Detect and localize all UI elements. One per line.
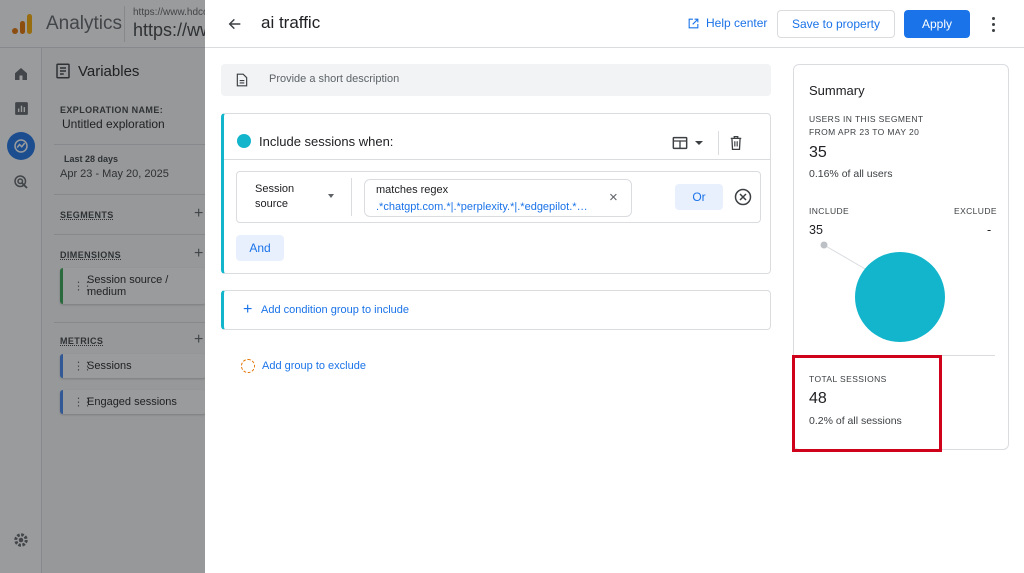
- apply-button[interactable]: Apply: [904, 10, 970, 38]
- chevron-down-icon[interactable]: [328, 194, 334, 198]
- segment-pie-chart: [820, 241, 945, 342]
- users-caption: USERS IN THIS SEGMENT FROM APR 23 TO MAY…: [809, 113, 949, 139]
- more-vert-icon[interactable]: [985, 14, 1001, 34]
- include-condition-group: Include sessions when: Session source ma…: [221, 113, 771, 274]
- condition-operator: matches regex: [376, 184, 449, 196]
- add-exclude-group-button[interactable]: Add group to exclude: [241, 359, 366, 373]
- condition-row: Session source matches regex .*chatgpt.c…: [236, 171, 761, 223]
- remove-condition-icon[interactable]: [734, 188, 752, 206]
- open-in-new-icon: [688, 18, 699, 28]
- caret-down-icon: [695, 141, 703, 145]
- segment-title[interactable]: ai traffic: [261, 13, 320, 33]
- description-icon: [236, 73, 248, 87]
- exclude-label: EXCLUDE: [954, 206, 997, 216]
- users-caption-line-2: FROM APR 23 TO MAY 20: [809, 127, 920, 137]
- clear-filter-icon[interactable]: ×: [609, 189, 618, 207]
- summary-title: Summary: [809, 83, 865, 98]
- and-button[interactable]: And: [236, 235, 284, 261]
- help-center-link[interactable]: Help center: [687, 16, 767, 30]
- add-exclude-group-label: Add group to exclude: [262, 360, 366, 372]
- description-placeholder: Provide a short description: [269, 73, 400, 85]
- condition-filter-field[interactable]: matches regex .*chatgpt.com.*|.*perplexi…: [364, 179, 632, 217]
- back-arrow-icon[interactable]: [223, 12, 247, 36]
- dimension-line-1: Session: [255, 183, 295, 195]
- or-button[interactable]: Or: [675, 184, 723, 210]
- dialog-header: ai traffic Help center Save to property …: [205, 0, 1024, 48]
- include-sessions-label: Include sessions when:: [259, 134, 394, 149]
- add-condition-group-label: Add condition group to include: [261, 304, 409, 316]
- add-condition-group-button[interactable]: + Add condition group to include: [221, 290, 771, 330]
- delete-trash-icon[interactable]: [729, 135, 743, 151]
- segment-builder-dialog: ai traffic Help center Save to property …: [205, 0, 1024, 573]
- users-caption-line-1: USERS IN THIS SEGMENT: [809, 114, 924, 124]
- include-label: INCLUDE: [809, 206, 850, 216]
- help-center-label: Help center: [706, 16, 768, 30]
- users-value: 35: [809, 144, 827, 161]
- users-percent: 0.16% of all users: [809, 168, 893, 180]
- exclude-indicator-icon: [241, 359, 255, 373]
- condition-value: .*chatgpt.com.*|.*perplexity.*|.*edgepil…: [376, 201, 588, 213]
- highlight-box: [792, 355, 942, 452]
- include-indicator-icon: [237, 134, 251, 148]
- description-field[interactable]: Provide a short description: [221, 64, 771, 96]
- dimension-dropdown[interactable]: Session source: [255, 182, 335, 212]
- add-plus-icon: +: [243, 301, 253, 318]
- dimension-line-2: source: [255, 198, 289, 210]
- save-to-property-button[interactable]: Save to property: [777, 10, 895, 38]
- scope-selector-icon[interactable]: [672, 136, 704, 150]
